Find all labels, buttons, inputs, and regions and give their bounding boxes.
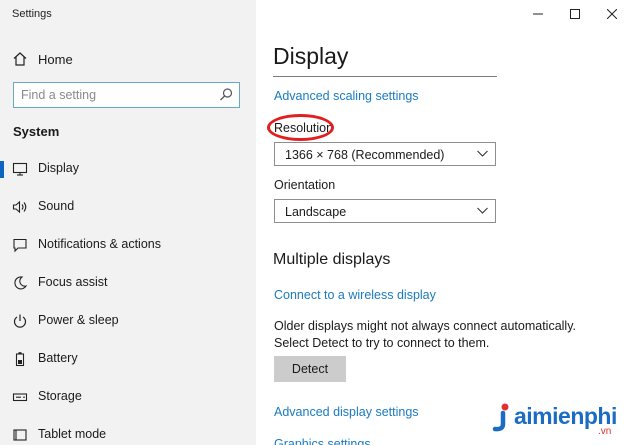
main-content: Display Advanced scaling settings Resolu… xyxy=(256,0,630,445)
orientation-label: Orientation xyxy=(274,178,336,192)
multiple-displays-heading: Multiple displays xyxy=(273,251,391,268)
detect-button[interactable]: Detect xyxy=(274,356,346,382)
title-divider xyxy=(273,76,497,77)
battery-icon xyxy=(15,352,25,367)
resolution-dropdown[interactable]: 1366 × 768 (Recommended) xyxy=(274,142,496,166)
sidebar-nav: Display Sound Notifications & actions Fo… xyxy=(0,150,256,445)
chevron-down-icon xyxy=(477,207,488,214)
minimize-icon xyxy=(532,13,543,15)
page-title: Display xyxy=(273,43,349,69)
sidebar-item-focus-assist[interactable]: Focus assist xyxy=(0,264,256,302)
orientation-dropdown[interactable]: Landscape xyxy=(274,199,496,223)
monitor-icon xyxy=(12,162,28,176)
connect-wireless-display-link[interactable]: Connect to a wireless display xyxy=(274,288,436,302)
resolution-value: 1366 × 768 (Recommended) xyxy=(285,148,445,162)
notification-icon xyxy=(13,238,27,253)
maximize-button[interactable] xyxy=(556,0,593,28)
watermark-suffix: .vn xyxy=(598,426,612,437)
search-input[interactable] xyxy=(14,83,221,107)
sidebar-item-label: Notifications & actions xyxy=(38,237,161,251)
multiple-displays-description: Older displays might not always connect … xyxy=(274,319,576,350)
section-heading-system: System xyxy=(13,124,60,139)
search-box[interactable] xyxy=(13,82,240,108)
sidebar-item-label: Focus assist xyxy=(38,275,108,289)
orientation-value: Landscape xyxy=(285,205,347,219)
advanced-display-settings-link[interactable]: Advanced display settings xyxy=(274,405,419,419)
sidebar-item-display[interactable]: Display xyxy=(0,150,256,188)
caption-buttons xyxy=(519,0,630,28)
minimize-button[interactable] xyxy=(519,0,556,28)
sidebar-item-label: Battery xyxy=(38,351,78,365)
speaker-icon xyxy=(12,200,27,214)
sidebar-item-label: Sound xyxy=(38,199,75,213)
home-nav-item[interactable]: Home xyxy=(12,48,73,70)
sidebar-item-power-sleep[interactable]: Power & sleep xyxy=(0,302,256,340)
search-icon[interactable] xyxy=(219,87,234,102)
sidebar-item-storage[interactable]: Storage xyxy=(0,378,256,416)
advanced-scaling-link[interactable]: Advanced scaling settings xyxy=(274,89,419,103)
sidebar-item-label: Storage xyxy=(38,389,82,403)
chevron-down-icon xyxy=(477,150,488,157)
brand-logo-icon xyxy=(492,403,509,432)
sidebar: Settings Home System Display xyxy=(0,0,256,445)
sidebar-item-label: Tablet mode xyxy=(38,427,107,441)
window-title: Settings xyxy=(12,8,52,20)
storage-icon xyxy=(12,393,28,402)
highlight-ring xyxy=(267,114,334,141)
home-icon xyxy=(13,52,27,66)
close-icon xyxy=(606,9,617,19)
moon-icon xyxy=(14,276,28,290)
sidebar-item-label: Display xyxy=(38,161,79,175)
sidebar-item-label: Power & sleep xyxy=(38,313,119,327)
graphics-settings-link[interactable]: Graphics settings xyxy=(274,437,371,445)
close-button[interactable] xyxy=(593,0,630,28)
sidebar-item-battery[interactable]: Battery xyxy=(0,340,256,378)
maximize-icon xyxy=(569,9,580,19)
sidebar-item-tablet-mode[interactable]: Tablet mode xyxy=(0,416,256,445)
sidebar-item-sound[interactable]: Sound xyxy=(0,188,256,226)
tablet-icon xyxy=(13,429,27,441)
watermark-logo: aimienphi .vn xyxy=(488,400,626,442)
home-label: Home xyxy=(38,51,73,67)
sidebar-item-notifications[interactable]: Notifications & actions xyxy=(0,226,256,264)
settings-window: Settings Home System Display xyxy=(0,0,630,445)
power-icon xyxy=(13,314,27,328)
